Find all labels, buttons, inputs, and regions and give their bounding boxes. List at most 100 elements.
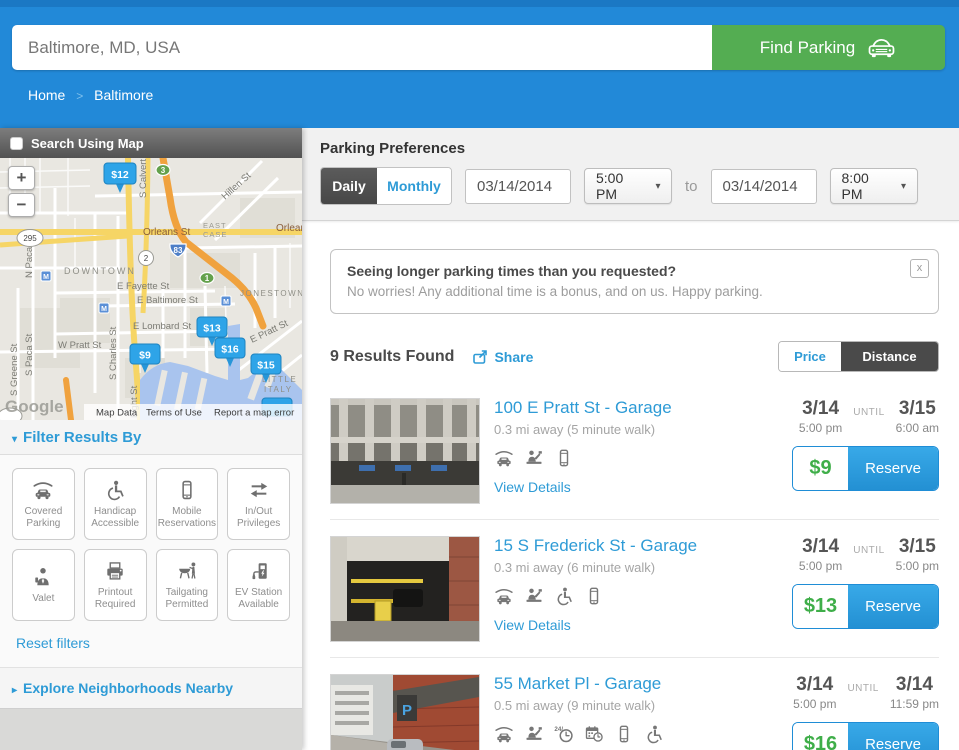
amenity-icons <box>494 586 763 606</box>
close-icon[interactable]: x <box>910 259 929 278</box>
notice-body: No worries! Any additional time is a bon… <box>347 284 763 299</box>
explore-neighborhoods-title: Explore Neighborhoods Nearby <box>23 680 234 696</box>
breadcrumb-home-link[interactable]: Home <box>28 87 65 103</box>
end-date-input[interactable] <box>710 168 817 204</box>
svg-text:S Charles St: S Charles St <box>108 326 119 380</box>
filter-mobile-button[interactable]: Mobile Reservations <box>155 468 219 540</box>
svg-text:83: 83 <box>174 246 183 255</box>
handicap-icon <box>104 479 126 501</box>
chevron-down-icon: ▾ <box>901 180 907 192</box>
zoom-in-button[interactable]: + <box>8 166 35 190</box>
reserve-label: Reserve <box>848 446 938 490</box>
start-time-select[interactable]: 5:00 PM ▾ <box>584 168 672 204</box>
sort-by-distance-button[interactable]: Distance <box>841 342 938 371</box>
map-panel: Orleans St Orleans EAST CASE Hillen St D… <box>0 158 302 420</box>
until-label: UNTIL <box>853 545 885 556</box>
end-time: 5:00 pm <box>895 558 939 573</box>
svg-text:JONESTOWN: JONESTOWN <box>240 289 302 298</box>
filter-handicap-button[interactable]: Handicap Accessible <box>83 468 147 540</box>
result-photo[interactable] <box>330 536 480 642</box>
garage-photo <box>331 537 479 641</box>
explore-neighborhoods-header[interactable]: ▸ Explore Neighborhoods Nearby <box>0 667 302 709</box>
svg-text:M: M <box>101 306 107 313</box>
share-link[interactable]: Share <box>472 349 533 365</box>
chevron-down-icon: ▾ <box>655 180 661 192</box>
notice-box: Seeing longer parking times than you req… <box>330 249 939 314</box>
printout-icon <box>104 560 126 582</box>
monthly-tab[interactable]: Monthly <box>377 168 451 204</box>
daily-monthly-toggle: Daily Monthly <box>320 167 452 205</box>
result-distance: 0.3 mi away (6 minute walk) <box>494 560 656 575</box>
end-time-select[interactable]: 8:00 PM ▾ <box>829 168 918 204</box>
share-icon <box>472 349 488 365</box>
start-date-input[interactable] <box>465 168 571 204</box>
terms-of-use-link[interactable]: Terms of Use <box>146 408 202 419</box>
map-zoom-control: + − <box>8 166 35 217</box>
daily-tab[interactable]: Daily <box>321 168 377 204</box>
result-distance: 0.5 mi away (9 minute walk) <box>494 698 656 713</box>
svg-text:S Greene St: S Greene St <box>9 343 20 396</box>
results-area: Seeing longer parking times than you req… <box>302 221 959 750</box>
svg-text:DOWNTOWN: DOWNTOWN <box>64 266 136 276</box>
location-search-bar: Find Parking <box>12 25 945 70</box>
zoom-out-button[interactable]: − <box>8 193 35 217</box>
search-using-map-header: Search Using Map <box>0 128 302 158</box>
filter-valet-button[interactable]: Valet <box>12 549 75 621</box>
reset-filters-link[interactable]: Reset filters <box>16 635 90 651</box>
end-date: 3/15 <box>898 536 936 557</box>
covered-parking-icon <box>32 479 54 501</box>
result-row: 100 E Pratt St - Garage 0.3 mi away (5 m… <box>330 382 939 520</box>
start-date: 3/14 <box>802 398 840 419</box>
reservation-dates: 3/14 5:00 pm UNTIL 3/14 11:59 pm <box>793 675 939 711</box>
chevron-right-icon: ▸ <box>12 685 18 696</box>
find-parking-label: Find Parking <box>759 37 856 57</box>
location-search-input[interactable] <box>12 25 712 70</box>
filter-ev-station-button[interactable]: EV Station Available <box>227 549 290 621</box>
filter-results-header[interactable]: ▾ Filter Results By <box>0 420 302 455</box>
breadcrumb: Home > Baltimore <box>28 87 959 103</box>
covered-parking-icon <box>494 586 514 606</box>
result-row: P 55 Market Pl - Garage 0.5 mi away (9 m… <box>330 658 939 750</box>
find-parking-button[interactable]: Find Parking <box>712 25 945 70</box>
main-panel: Parking Preferences Daily Monthly 5:00 P… <box>302 128 959 750</box>
reserve-button[interactable]: $13 Reserve <box>792 583 939 629</box>
search-using-map-checkbox[interactable] <box>10 136 23 150</box>
reserve-label: Reserve <box>848 584 938 628</box>
start-time: 5:00 pm <box>798 558 843 573</box>
filter-results-title: Filter Results By <box>23 429 142 446</box>
result-title-link[interactable]: 55 Market Pl - Garage <box>494 674 661 694</box>
svg-text:ITALY: ITALY <box>264 385 293 394</box>
map[interactable]: Orleans St Orleans EAST CASE Hillen St D… <box>0 158 302 420</box>
parking-preferences-panel: Parking Preferences Daily Monthly 5:00 P… <box>302 128 959 221</box>
end-time-value: 8:00 PM <box>841 170 869 202</box>
filter-in-out-button[interactable]: In/Out Privileges <box>227 468 290 540</box>
top-accent-strip <box>0 0 959 7</box>
svg-text:E Fayette St: E Fayette St <box>117 281 170 292</box>
result-photo[interactable]: P <box>330 674 480 750</box>
reserve-button[interactable]: $16 Reserve <box>792 721 939 750</box>
sidebar: Search Using Map Orleans St Orlea EAST C… <box>0 128 302 750</box>
until-label: UNTIL <box>847 683 879 694</box>
parking-preferences-title: Parking Preferences <box>320 140 466 157</box>
filter-tailgating-button[interactable]: Tailgating Permitted <box>155 549 219 621</box>
valet-icon <box>32 566 54 588</box>
result-title-link[interactable]: 15 S Frederick St - Garage <box>494 536 697 556</box>
reserve-button[interactable]: $9 Reserve <box>792 445 939 491</box>
filter-printout-button[interactable]: Printout Required <box>83 549 147 621</box>
results-count: 9 Results Found <box>330 347 455 365</box>
sort-by-price-button[interactable]: Price <box>779 342 841 371</box>
reservation-dates: 3/14 5:00 pm UNTIL 3/15 5:00 pm <box>799 537 939 573</box>
mobile-icon <box>614 724 634 744</box>
view-details-link[interactable]: View Details <box>494 617 571 633</box>
svg-text:$15: $15 <box>257 360 275 372</box>
view-details-link[interactable]: View Details <box>494 479 571 495</box>
filter-covered-parking-button[interactable]: Covered Parking <box>12 468 75 540</box>
svg-text:$12: $12 <box>111 169 129 181</box>
garage-photo <box>331 399 479 503</box>
result-title-link[interactable]: 100 E Pratt St - Garage <box>494 398 672 418</box>
covered-parking-icon <box>494 724 514 744</box>
amenity-icons <box>494 724 763 744</box>
map-data-link[interactable]: Map Data <box>96 408 138 419</box>
result-photo[interactable] <box>330 398 480 504</box>
report-map-error-link[interactable]: Report a map error <box>214 408 294 419</box>
